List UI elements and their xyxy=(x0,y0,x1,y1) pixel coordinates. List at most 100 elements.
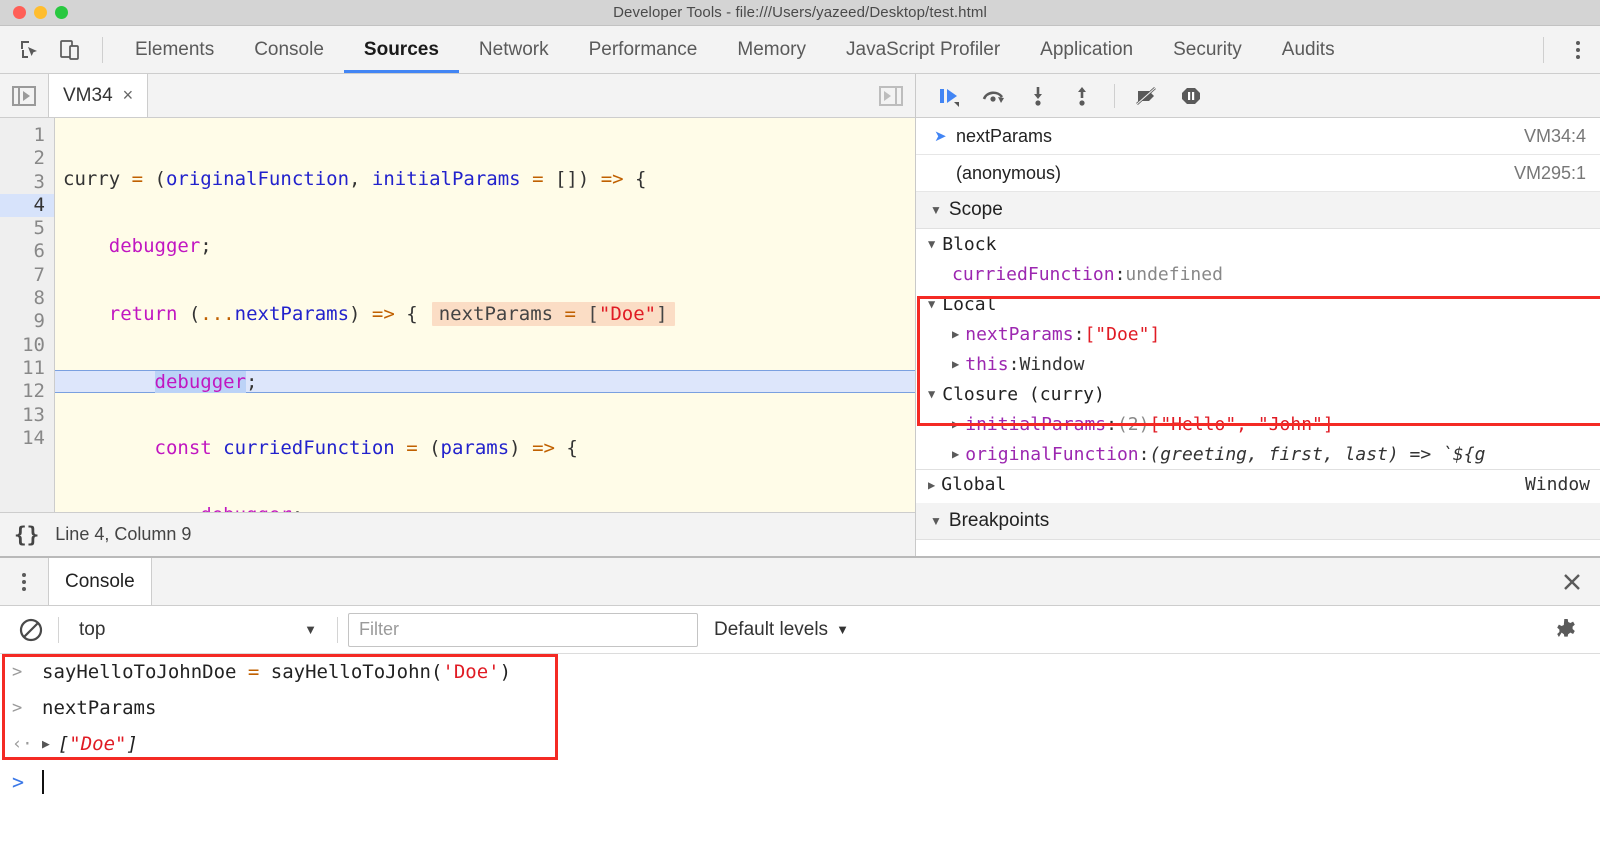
tab-security[interactable]: Security xyxy=(1153,26,1262,73)
tab-performance[interactable]: Performance xyxy=(569,26,718,73)
filter-divider-2 xyxy=(337,616,338,643)
console-context-selector[interactable]: top ▼ xyxy=(69,614,327,646)
scope-property[interactable]: ▶ nextParams: ["Doe"] xyxy=(916,319,1600,349)
scope-group-closure[interactable]: ▼ Closure (curry) xyxy=(916,379,1600,409)
chevron-down-icon: ▼ xyxy=(928,237,936,251)
pause-on-exceptions-icon[interactable] xyxy=(1171,76,1211,116)
line-number: 13 xyxy=(22,403,45,426)
line-number: 7 xyxy=(33,263,45,286)
scope-property[interactable]: ▶ initialParams: (2) ["Hello", "John"] xyxy=(916,409,1600,439)
tab-console[interactable]: Console xyxy=(234,26,344,73)
property-separator: : xyxy=(1114,263,1126,285)
step-over-next-function-call-icon[interactable] xyxy=(974,76,1014,116)
step-into-next-function-call-icon[interactable] xyxy=(1018,76,1058,116)
scope-section-header[interactable]: ▼ Scope xyxy=(916,192,1600,229)
scope-group-label: Block xyxy=(942,233,997,255)
tab-audits[interactable]: Audits xyxy=(1262,26,1355,73)
more-options-icon[interactable] xyxy=(1556,28,1600,72)
code-lines[interactable]: curry = (originalFunction, initialParams… xyxy=(55,118,915,512)
sources-panel: VM34 × 1 2 3 4 5 6 7 8 9 10 11 12 13 14 … xyxy=(0,74,1600,556)
window-title: Developer Tools - file:///Users/yazeed/D… xyxy=(613,4,987,21)
close-drawer-icon[interactable] xyxy=(1544,558,1600,605)
scope-group-local[interactable]: ▼ Local xyxy=(916,289,1600,319)
call-stack-frame[interactable]: (anonymous) VM295:1 xyxy=(916,155,1600,192)
line-number: 8 xyxy=(33,287,45,310)
file-tab-vm34[interactable]: VM34 × xyxy=(48,74,149,117)
console-output[interactable]: > sayHelloToJohnDoe = sayHelloToJohn('Do… xyxy=(0,654,1600,848)
clear-console-icon[interactable] xyxy=(14,613,48,647)
editor-status-bar: {} Line 4, Column 9 xyxy=(0,512,915,556)
scope-group-global[interactable]: ▶ Global Window xyxy=(916,469,1600,499)
line-number: 11 xyxy=(22,356,45,379)
breakpoints-header-label: Breakpoints xyxy=(948,510,1050,531)
chevron-right-icon[interactable]: ▶ xyxy=(952,447,959,461)
tab-sources[interactable]: Sources xyxy=(344,26,459,73)
scope-property[interactable]: ▶ originalFunction: (greeting, first, las… xyxy=(916,439,1600,469)
property-name: nextParams xyxy=(965,323,1074,345)
resume-script-execution-icon[interactable] xyxy=(930,76,970,116)
chevron-down-icon: ▼ xyxy=(304,622,317,637)
tab-elements[interactable]: Elements xyxy=(115,26,234,73)
pretty-print-icon[interactable]: {} xyxy=(14,523,39,547)
property-value: undefined xyxy=(1125,263,1223,285)
scope-property[interactable]: ▶ this: Window xyxy=(916,349,1600,379)
tab-memory[interactable]: Memory xyxy=(717,26,826,73)
device-toolbar-icon[interactable] xyxy=(50,30,90,70)
call-stack-frame[interactable]: ➤ nextParams VM34:4 xyxy=(916,118,1600,155)
call-stack-function: (anonymous) xyxy=(956,162,1062,183)
code-line-current: debugger; xyxy=(55,369,915,394)
line-number: 3 xyxy=(33,170,45,193)
tab-network[interactable]: Network xyxy=(459,26,569,73)
settings-gear-icon[interactable] xyxy=(1546,610,1586,650)
tab-application[interactable]: Application xyxy=(1020,26,1153,73)
chevron-down-icon: ▼ xyxy=(930,203,942,217)
call-stack-location: VM295:1 xyxy=(1513,162,1586,183)
property-name: initialParams xyxy=(965,413,1107,435)
console-prompt-icon: > xyxy=(12,770,25,794)
property-name: this xyxy=(965,353,1009,375)
show-navigator-icon[interactable] xyxy=(0,74,48,117)
chevron-right-icon[interactable]: ▶ xyxy=(952,417,959,431)
console-prompt-line[interactable]: > xyxy=(0,762,1600,802)
inspect-element-icon[interactable] xyxy=(10,30,50,70)
scope-group-label: Closure (curry) xyxy=(942,383,1105,405)
property-value: Window xyxy=(1019,353,1085,375)
property-name: curriedFunction xyxy=(952,263,1115,285)
more-tools-icon[interactable] xyxy=(0,558,48,605)
property-separator: : xyxy=(1073,323,1085,345)
scope-property[interactable]: curriedFunction: undefined xyxy=(916,259,1600,289)
line-number-gutter: 1 2 3 4 5 6 7 8 9 10 11 12 13 14 xyxy=(0,118,55,512)
chevron-right-icon[interactable]: ▶ xyxy=(952,357,959,371)
chevron-right-icon[interactable]: ▶ xyxy=(952,327,959,341)
code-editor[interactable]: 1 2 3 4 5 6 7 8 9 10 11 12 13 14 curry =… xyxy=(0,118,915,512)
step-out-of-current-function-icon[interactable] xyxy=(1062,76,1102,116)
line-number: 2 xyxy=(33,147,45,170)
close-icon[interactable]: × xyxy=(123,85,134,106)
inline-value-hint: nextParams = ["Doe"] xyxy=(431,301,675,326)
chevron-right-icon[interactable]: ▶ xyxy=(928,478,935,492)
property-value: ["Doe"] xyxy=(1084,323,1161,345)
scope-header-label: Scope xyxy=(948,199,1003,220)
scope-group-block[interactable]: ▼ Block xyxy=(916,229,1600,259)
file-tab-bar: VM34 × xyxy=(0,74,915,118)
breakpoints-section-header[interactable]: ▼ Breakpoints xyxy=(916,503,1600,540)
line-number: 9 xyxy=(33,310,45,333)
line-number-current: 4 xyxy=(0,193,54,218)
deactivate-breakpoints-icon[interactable] xyxy=(1127,76,1167,116)
property-name: originalFunction xyxy=(965,443,1139,465)
devtools-toolbar: Elements Console Sources Network Perform… xyxy=(0,26,1600,74)
tab-javascript-profiler[interactable]: JavaScript Profiler xyxy=(826,26,1020,73)
tab-console-drawer[interactable]: Console xyxy=(48,558,152,605)
console-filter-bar: top ▼ Default levels ▼ xyxy=(0,606,1600,654)
show-debugger-icon[interactable] xyxy=(867,74,915,117)
console-row-input: > nextParams xyxy=(0,690,1600,726)
toolbar-divider xyxy=(102,36,103,63)
code-line: const curriedFunction = (params) => { xyxy=(154,437,578,460)
line-number: 12 xyxy=(22,380,45,403)
file-tab-label: VM34 xyxy=(63,84,113,106)
console-filter-input[interactable] xyxy=(348,612,698,647)
scope-tree: ▼ Block curriedFunction: undefined ▼ Loc… xyxy=(916,229,1600,540)
chevron-right-icon[interactable]: ▶ xyxy=(42,737,50,752)
filter-divider xyxy=(58,616,59,643)
console-log-levels-selector[interactable]: Default levels ▼ xyxy=(708,619,855,641)
